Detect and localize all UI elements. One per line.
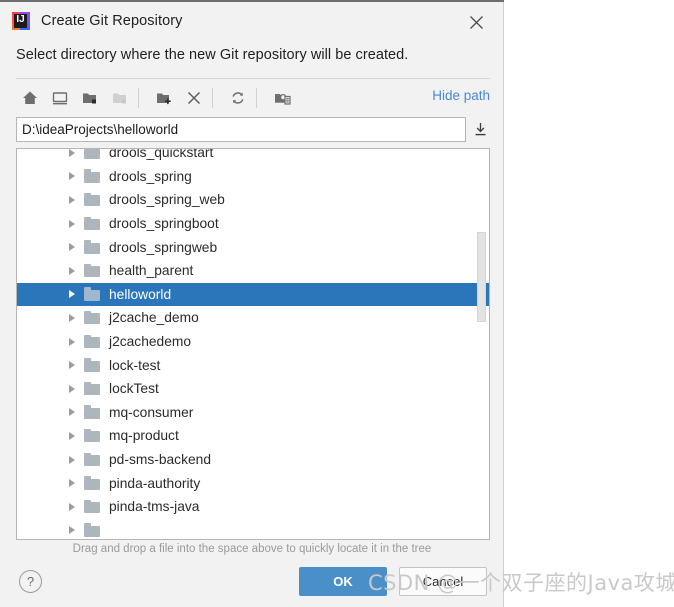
refresh-icon[interactable] bbox=[224, 84, 252, 112]
tree-row-label: health_parent bbox=[109, 263, 194, 279]
folder-icon bbox=[84, 263, 101, 278]
tree-row-label: pinda-tms-java bbox=[109, 499, 200, 515]
tree-row[interactable]: drools_springweb bbox=[17, 235, 489, 259]
tree-row[interactable]: drools_spring bbox=[17, 165, 489, 189]
expand-arrow-icon[interactable] bbox=[65, 170, 78, 183]
tree-row[interactable]: drools_quickstart bbox=[17, 148, 489, 165]
expand-arrow-icon[interactable] bbox=[65, 429, 78, 442]
tree-row[interactable] bbox=[17, 519, 489, 540]
tree-row-label: drools_spring_web bbox=[109, 192, 225, 208]
help-button[interactable]: ? bbox=[19, 570, 42, 593]
tree-row-label: j2cache_demo bbox=[109, 310, 199, 326]
new-folder-icon[interactable] bbox=[150, 84, 178, 112]
drag-drop-hint: Drag and drop a file into the space abov… bbox=[72, 543, 432, 555]
home-icon[interactable] bbox=[16, 84, 44, 112]
expand-arrow-icon[interactable] bbox=[65, 311, 78, 324]
folder-icon bbox=[84, 287, 101, 301]
tree-row[interactable]: pd-sms-backend bbox=[17, 448, 489, 472]
desktop-icon[interactable] bbox=[46, 84, 74, 112]
folder-icon bbox=[84, 452, 101, 467]
tree-row[interactable]: health_parent bbox=[17, 259, 489, 283]
tree-row-label: helloworld bbox=[109, 286, 172, 302]
tree-row-label: drools_springweb bbox=[109, 239, 218, 255]
tree-row-label: pd-sms-backend bbox=[109, 452, 211, 468]
dialog-subtitle: Select directory where the new Git repos… bbox=[16, 47, 409, 63]
project-folder-icon[interactable] bbox=[76, 84, 104, 112]
directory-tree[interactable]: drools_quickstart drools_spring drools_spr… bbox=[16, 148, 490, 540]
tree-row[interactable]: lockTest bbox=[17, 377, 489, 401]
expand-arrow-icon[interactable] bbox=[65, 453, 78, 466]
expand-arrow-icon[interactable] bbox=[65, 149, 78, 159]
expand-arrow-icon[interactable] bbox=[65, 335, 78, 348]
tree-row[interactable]: j2cache_demo bbox=[17, 306, 489, 330]
subtitle-divider bbox=[16, 78, 490, 79]
folder-icon bbox=[84, 476, 101, 490]
expand-arrow-icon[interactable] bbox=[65, 217, 78, 230]
delete-icon[interactable] bbox=[180, 84, 208, 112]
tree-row[interactable]: drools_spring_web bbox=[17, 188, 489, 212]
toolbar-separator-3 bbox=[256, 88, 257, 108]
toolbar-separator-1 bbox=[138, 88, 139, 108]
path-input-value: D:\ideaProjects\helloworld bbox=[22, 122, 179, 137]
tree-row-label: lock-test bbox=[109, 357, 161, 373]
tree-row-label: drools_springboot bbox=[109, 216, 219, 232]
tree-row-label: drools_quickstart bbox=[109, 148, 214, 161]
expand-arrow-icon[interactable] bbox=[65, 500, 78, 513]
tree-row-label: drools_spring bbox=[109, 168, 192, 184]
tree-row[interactable]: lock-test bbox=[17, 353, 489, 377]
expand-arrow-icon[interactable] bbox=[65, 477, 78, 490]
hide-path-link[interactable]: Hide path bbox=[432, 88, 490, 103]
tree-row-label: mq-product bbox=[109, 428, 179, 444]
folder-icon bbox=[84, 149, 101, 160]
expand-arrow-icon[interactable] bbox=[65, 264, 78, 277]
folder-icon bbox=[84, 523, 101, 537]
folder-icon bbox=[84, 405, 101, 419]
folder-icon bbox=[84, 192, 101, 207]
expand-arrow-icon[interactable] bbox=[65, 524, 78, 537]
tree-row[interactable]: pinda-authority bbox=[17, 471, 489, 495]
folder-icon bbox=[84, 169, 101, 183]
cancel-button[interactable]: Cancel bbox=[399, 567, 487, 596]
tree-row[interactable]: mq-consumer bbox=[17, 401, 489, 425]
expand-arrow-icon[interactable] bbox=[65, 193, 78, 206]
folder-icon bbox=[84, 381, 101, 396]
file-chooser-toolbar: Hide path bbox=[16, 84, 490, 112]
expand-arrow-icon[interactable] bbox=[65, 382, 78, 395]
folder-icon bbox=[84, 216, 101, 231]
download-arrow-icon[interactable] bbox=[470, 119, 490, 140]
folder-icon bbox=[84, 428, 101, 443]
toolbar-separator-2 bbox=[212, 88, 213, 108]
dialog-titlebar: IJ Create Git Repository bbox=[0, 2, 504, 40]
tree-row-label: pinda-authority bbox=[109, 475, 201, 491]
tree-scrollbar[interactable] bbox=[477, 150, 488, 539]
tree-row-label: mq-consumer bbox=[109, 404, 194, 420]
tree-row-label: lockTest bbox=[109, 381, 159, 397]
tree-row-label: j2cachedemo bbox=[109, 334, 192, 350]
folder-icon bbox=[84, 310, 101, 325]
expand-arrow-icon[interactable] bbox=[65, 288, 78, 301]
intellij-idea-logo-icon: IJ bbox=[12, 12, 30, 30]
module-folder-icon bbox=[106, 84, 134, 112]
expand-arrow-icon[interactable] bbox=[65, 406, 78, 419]
close-icon[interactable] bbox=[464, 10, 488, 34]
tree-scrollbar-thumb[interactable] bbox=[477, 232, 486, 322]
expand-arrow-icon[interactable] bbox=[65, 359, 78, 372]
tree-row[interactable]: helloworld bbox=[17, 282, 489, 307]
path-row: D:\ideaProjects\helloworld bbox=[16, 117, 490, 142]
expand-arrow-icon[interactable] bbox=[65, 241, 78, 254]
tree-row[interactable]: drools_springboot bbox=[17, 212, 489, 236]
folder-icon bbox=[84, 334, 101, 349]
dialog-title: Create Git Repository bbox=[41, 13, 183, 29]
ok-button[interactable]: OK bbox=[299, 567, 387, 596]
create-git-repository-dialog: IJ Create Git Repository Select director… bbox=[0, 0, 504, 607]
show-hidden-files-icon[interactable] bbox=[268, 84, 296, 112]
folder-icon bbox=[84, 240, 101, 254]
folder-icon bbox=[84, 358, 101, 372]
path-input[interactable]: D:\ideaProjects\helloworld bbox=[16, 117, 466, 142]
tree-row[interactable]: j2cachedemo bbox=[17, 330, 489, 354]
tree-row[interactable]: pinda-tms-java bbox=[17, 495, 489, 519]
tree-row[interactable]: mq-product bbox=[17, 424, 489, 448]
folder-icon bbox=[84, 499, 101, 514]
